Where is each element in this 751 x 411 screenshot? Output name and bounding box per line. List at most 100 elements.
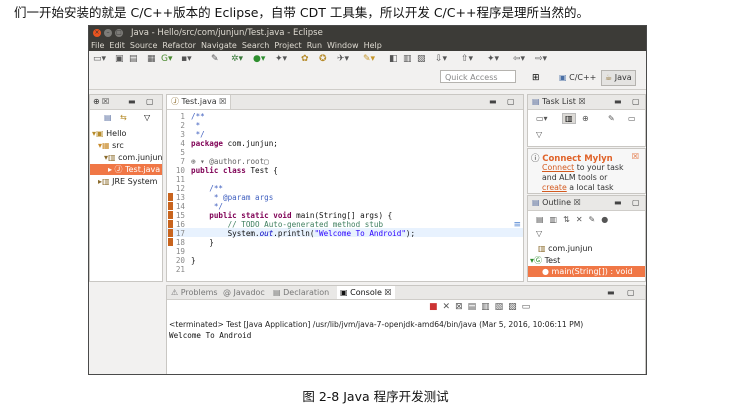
package-explorer: ⊕ ☒ ▬ ▢ ▤ ⇆ ▽ ▾▣ Hello ▾▦ src ▾▥ com.jun… (89, 94, 163, 282)
close-icon[interactable]: ☒ (632, 152, 639, 161)
pin-icon[interactable]: ✎ (211, 54, 219, 65)
code-area[interactable]: 1 /** 2 * 3 */ 4 package com.junjun; 5 7 ⊕ … (167, 110, 523, 281)
outline-tab[interactable]: ▤ Outline ☒ (528, 196, 585, 210)
minimize-icon[interactable]: – (104, 29, 112, 37)
minimize-editor-icon[interactable]: ▬ (489, 95, 497, 109)
tree-item-src[interactable]: ▾▦ src (98, 141, 124, 150)
maximize-view-icon[interactable]: ▢ (627, 286, 635, 299)
outline-toolbar[interactable]: ▤▥⇅✕✎● (536, 215, 614, 224)
menu-file[interactable]: File (91, 41, 104, 50)
close-tab-icon[interactable]: ☒ (574, 198, 581, 207)
quick-access-input[interactable]: Quick Access (440, 70, 516, 83)
maximize-view-icon[interactable]: ▢ (632, 196, 640, 210)
editor-tab-test-java[interactable]: Ⓙ Test.java ☒ (167, 95, 232, 109)
close-tab-icon[interactable]: ☒ (384, 288, 391, 297)
line-number: 10 (175, 166, 185, 175)
close-tab-icon[interactable]: ☒ (219, 97, 226, 106)
maximize-icon[interactable]: □ (115, 29, 123, 37)
minimize-view-icon[interactable]: ▬ (614, 196, 622, 210)
show-whitespace-icon[interactable]: ▥ (403, 54, 412, 65)
task-list-tab[interactable]: ▤ Task List ☒ (528, 95, 590, 109)
open-perspective-icon[interactable]: ⊞ (532, 73, 540, 83)
external-tools-icon[interactable]: ✦▾ (275, 54, 287, 65)
create-link[interactable]: create (542, 183, 567, 192)
refresh-icon[interactable]: G▾ (161, 54, 173, 65)
open-console-icon[interactable]: ▭ (522, 302, 536, 312)
menu-window[interactable]: Window (327, 41, 359, 50)
categorize-icon[interactable]: ⊕ (582, 114, 589, 123)
new-icon[interactable]: ▭▾ (93, 54, 106, 65)
close-icon[interactable]: × (93, 29, 101, 37)
link-editor-icon[interactable]: ⇆ (120, 113, 127, 122)
remove-all-icon[interactable]: ✕ (443, 302, 456, 312)
menu-source[interactable]: Source (130, 41, 157, 50)
minimize-view-icon[interactable]: ▬ (128, 95, 136, 109)
code-line: public class Test { (191, 166, 278, 175)
outline-item-main[interactable]: ● main(String[]) : void (528, 266, 645, 277)
last-edit-icon[interactable]: ✦▾ (487, 54, 499, 65)
view-menu-icon[interactable]: ▽ (536, 229, 542, 238)
overview-ruler-marker[interactable]: ≡ (513, 220, 521, 230)
tab-javadoc[interactable]: @ Javadoc (223, 286, 265, 299)
tab-console[interactable]: ▣ Console ☒ (337, 286, 395, 299)
connect-link[interactable]: Connect (542, 163, 574, 172)
menu-help[interactable]: Help (364, 41, 382, 50)
minimize-view-icon[interactable]: ▬ (614, 95, 622, 109)
maximize-view-icon[interactable]: ▢ (146, 95, 154, 109)
new-task-icon[interactable]: ▭▾ (536, 114, 548, 123)
menu-run[interactable]: Run (307, 41, 322, 50)
tab-declaration[interactable]: ▤ Declaration (273, 286, 329, 299)
pin-console-icon[interactable]: ▧ (495, 302, 509, 312)
debug-icon[interactable]: ✲▾ (231, 54, 243, 65)
collapse-icon[interactable]: ▭ (628, 114, 636, 123)
menu-project[interactable]: Project (274, 41, 301, 50)
perspective-java[interactable]: ☕ Java (601, 70, 636, 86)
build-icon[interactable]: ▦ (147, 54, 156, 65)
run-icon[interactable]: ●▾ (253, 54, 265, 65)
toggle-mark-icon[interactable]: ◧ (389, 54, 398, 65)
tree-item-package[interactable]: ▾▥ com.junjun (104, 153, 162, 162)
code-line: ⊕ ▾ @author.root▢ (191, 157, 269, 166)
display-selected-icon[interactable]: ▨ (508, 302, 522, 312)
open-type-icon[interactable]: ✎▾ (363, 54, 375, 65)
back-icon[interactable]: ⇦▾ (513, 54, 525, 65)
maximize-editor-icon[interactable]: ▢ (507, 95, 515, 109)
tab-problems[interactable]: ⚠ Problems (171, 286, 218, 299)
tree-item-hello[interactable]: ▾▣ Hello (92, 129, 126, 138)
close-tab-icon[interactable]: ☒ (578, 97, 585, 106)
focus-icon[interactable]: ✎ (608, 114, 615, 123)
outline-item-class[interactable]: ▾Ⓖ Test (530, 255, 560, 266)
scroll-lock-icon[interactable]: ▤ (468, 302, 482, 312)
maximize-view-icon[interactable]: ▢ (632, 95, 640, 109)
clear-console-icon[interactable]: ⊠ (455, 302, 468, 312)
menu-search[interactable]: Search (242, 41, 269, 50)
next-annotation-icon[interactable]: ⇩▾ (435, 54, 447, 65)
tree-item-test-java[interactable]: ▸ Ⓙ Test.java (90, 164, 162, 175)
save-icon[interactable]: ▣ (115, 54, 124, 65)
menu-refactor[interactable]: Refactor (162, 41, 196, 50)
filter-icon[interactable]: ▥ (562, 113, 576, 124)
word-wrap-icon[interactable]: ▥ (481, 302, 495, 312)
outline-item-package[interactable]: ▥ com.junjun (538, 244, 592, 253)
save-all-icon[interactable]: ▤ (129, 54, 138, 65)
package-explorer-icon[interactable]: ⊕ (93, 95, 100, 109)
line-number: 17 (175, 229, 185, 238)
new-task-icon[interactable]: ✈▾ (337, 54, 349, 65)
prev-annotation-icon[interactable]: ⇧▾ (461, 54, 473, 65)
collapse-all-icon[interactable]: ▤ (104, 113, 112, 122)
view-menu-icon[interactable]: ▽ (536, 130, 542, 139)
block-select-icon[interactable]: ▧ (417, 54, 426, 65)
perspective-cpp[interactable]: ▣ C/C++ (559, 73, 596, 82)
menu-navigate[interactable]: Navigate (201, 41, 237, 50)
new-class-icon[interactable]: ✪ (319, 54, 327, 65)
minimize-view-icon[interactable]: ▬ (607, 286, 615, 299)
wrench-icon[interactable]: ▪▾ (181, 54, 192, 65)
menu-edit[interactable]: Edit (109, 41, 125, 50)
view-menu-icon[interactable]: ▽ (144, 113, 150, 122)
new-package-icon[interactable]: ✿ (301, 54, 309, 65)
console-toolbar[interactable]: ■✕⊠▤▥▧▨▭ (429, 302, 535, 312)
close-tab-icon[interactable]: ☒ (102, 95, 109, 109)
forward-icon[interactable]: ⇨▾ (535, 54, 547, 65)
remove-launch-icon[interactable]: ■ (429, 302, 443, 312)
tree-item-jre[interactable]: ▸▥ JRE System (98, 177, 157, 186)
